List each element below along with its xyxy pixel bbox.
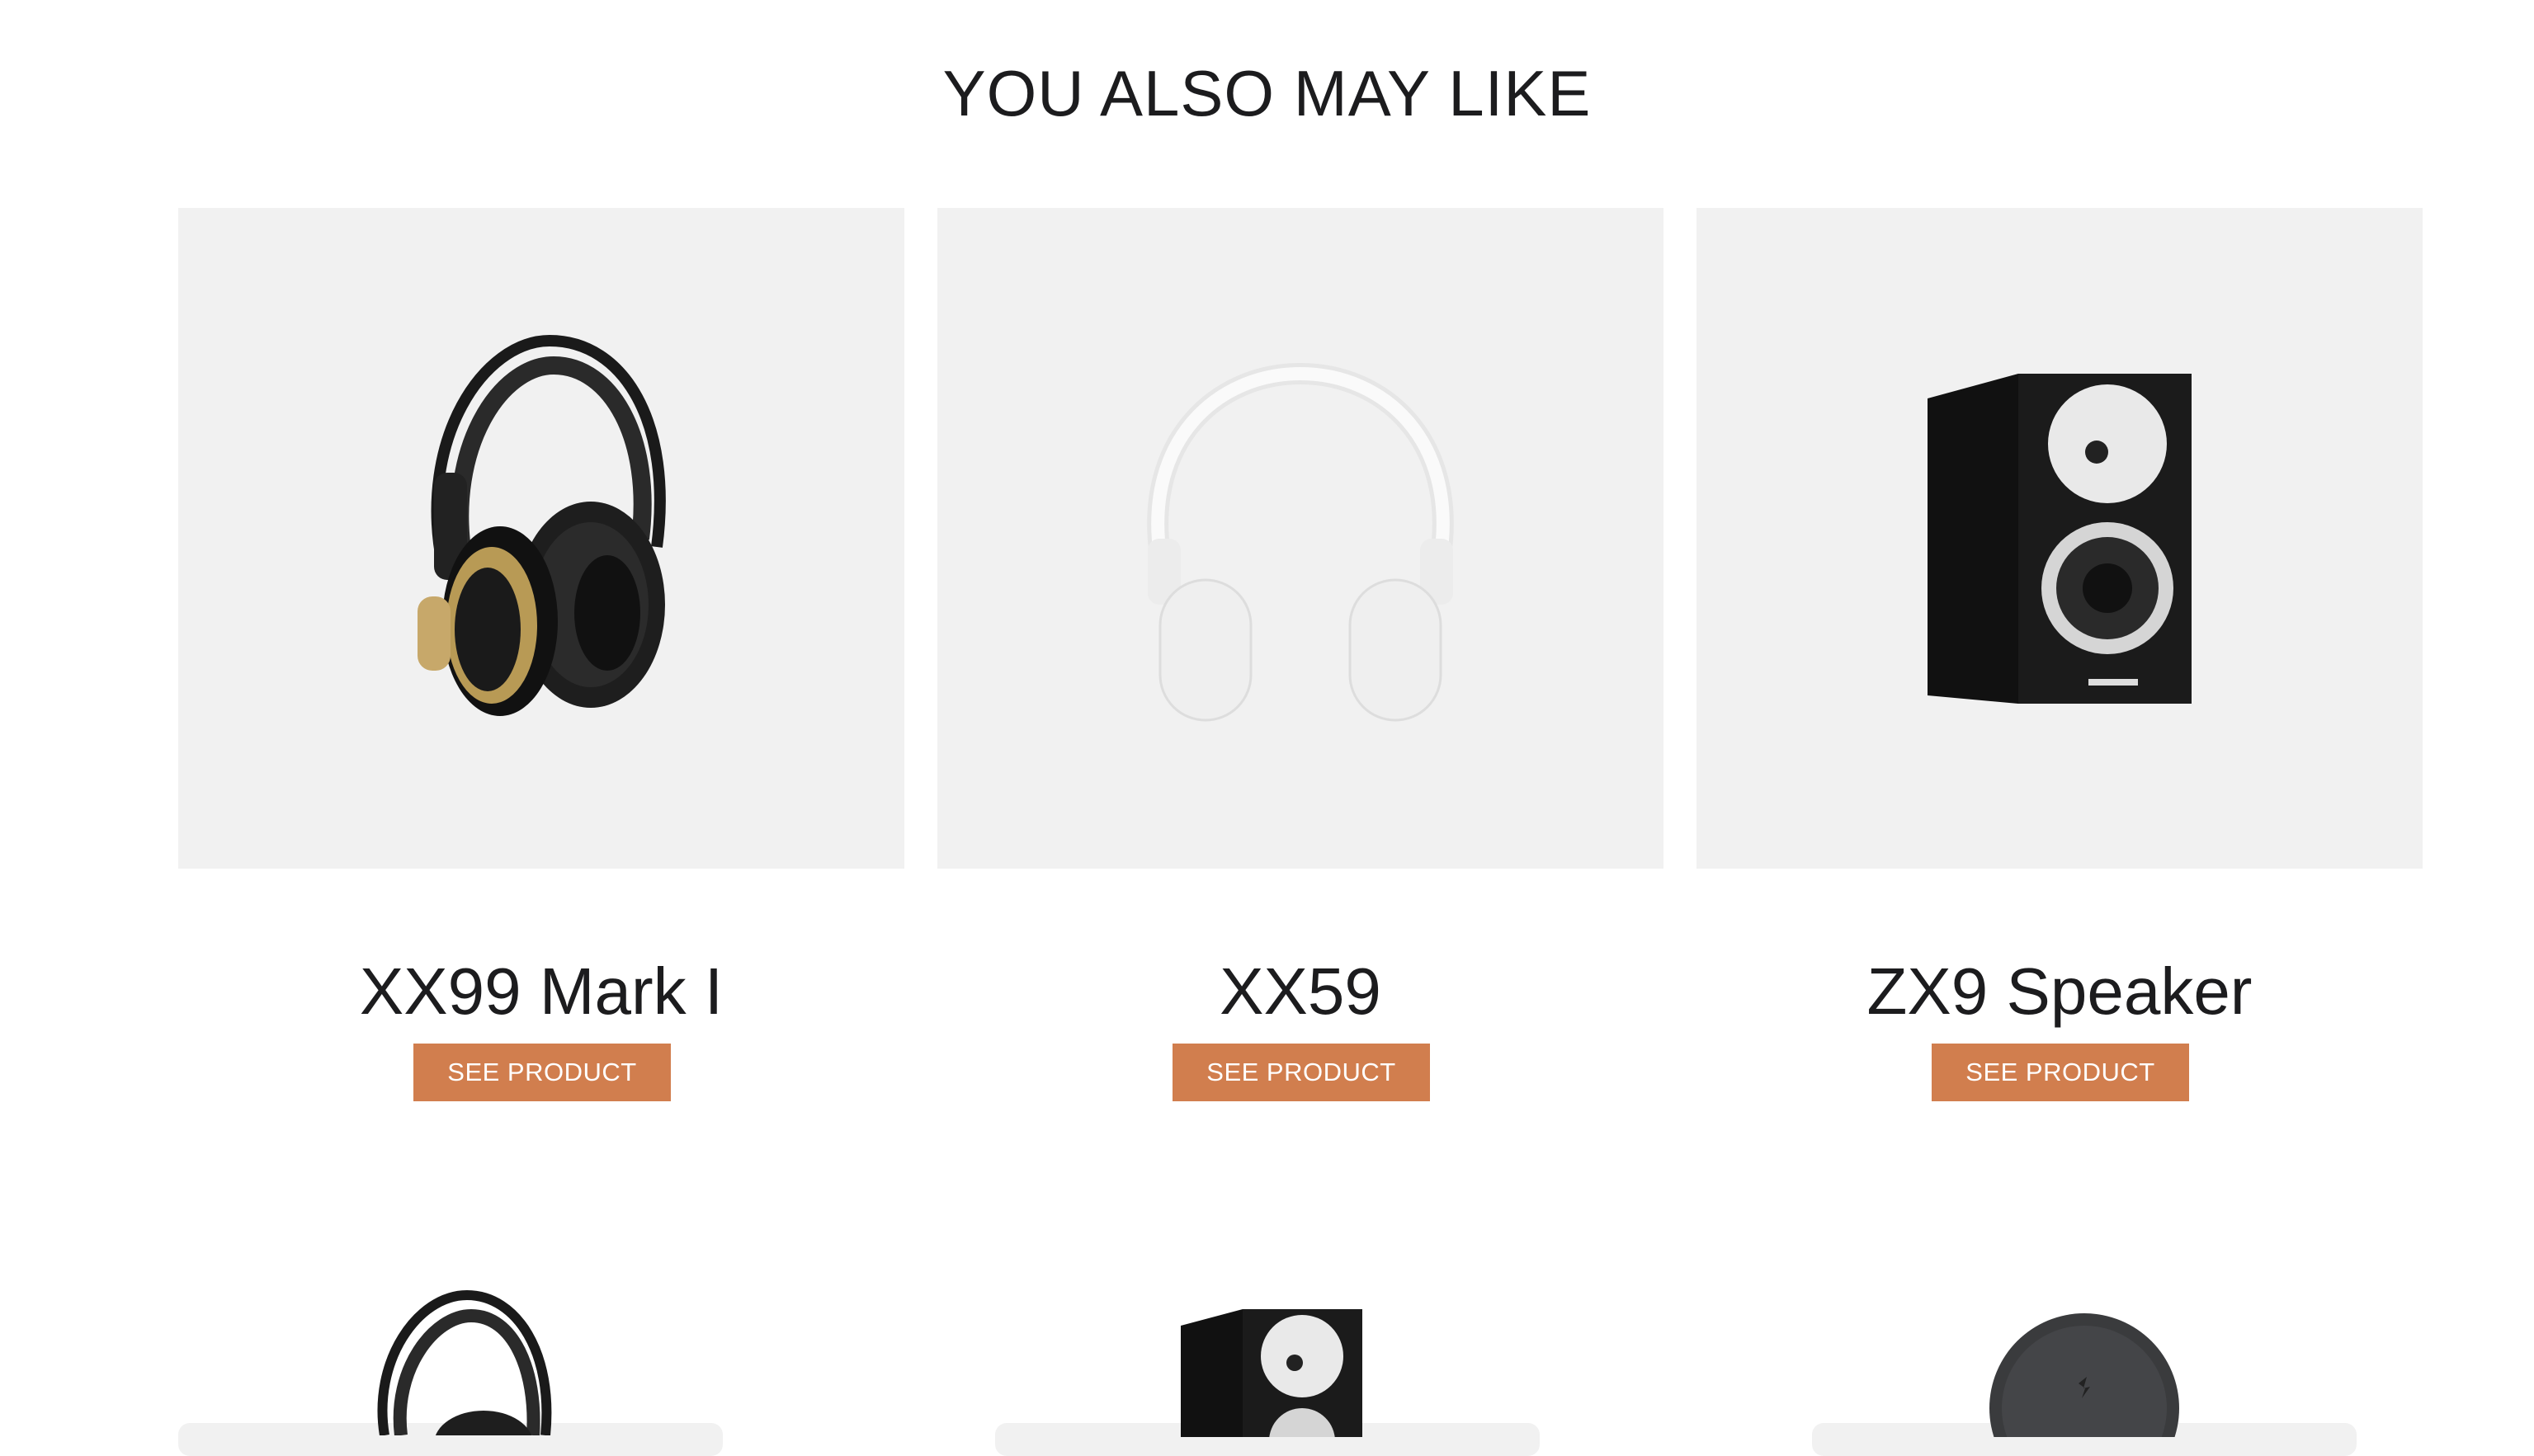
product-image[interactable] — [937, 208, 1663, 869]
see-product-button[interactable]: SEE PRODUCT — [1932, 1044, 2189, 1101]
product-card-zx9-speaker: ZX9 Speaker SEE PRODUCT — [1696, 208, 2423, 1101]
product-image[interactable] — [178, 208, 904, 869]
product-name: XX99 Mark I — [359, 954, 724, 1028]
see-product-button[interactable]: SEE PRODUCT — [413, 1044, 671, 1101]
round-earphone-case-icon — [1989, 1313, 2179, 1437]
product-card-xx99-mark-i: XX99 Mark I SEE PRODUCT — [178, 208, 904, 1101]
speaker-icon — [1181, 1309, 1362, 1437]
studio-headphones-icon — [377, 1289, 552, 1435]
product-image[interactable] — [1696, 208, 2423, 869]
studio-headphones-icon — [418, 334, 666, 716]
speaker-icon — [1928, 373, 2192, 704]
see-product-button[interactable]: SEE PRODUCT — [1173, 1044, 1430, 1101]
section-title: YOU ALSO MAY LIKE — [942, 57, 1592, 130]
white-headphones-icon — [1147, 362, 1454, 721]
product-name: ZX9 Speaker — [1866, 954, 2253, 1028]
product-name: XX59 — [1220, 954, 1381, 1028]
product-card-xx59: XX59 SEE PRODUCT — [937, 208, 1663, 1101]
